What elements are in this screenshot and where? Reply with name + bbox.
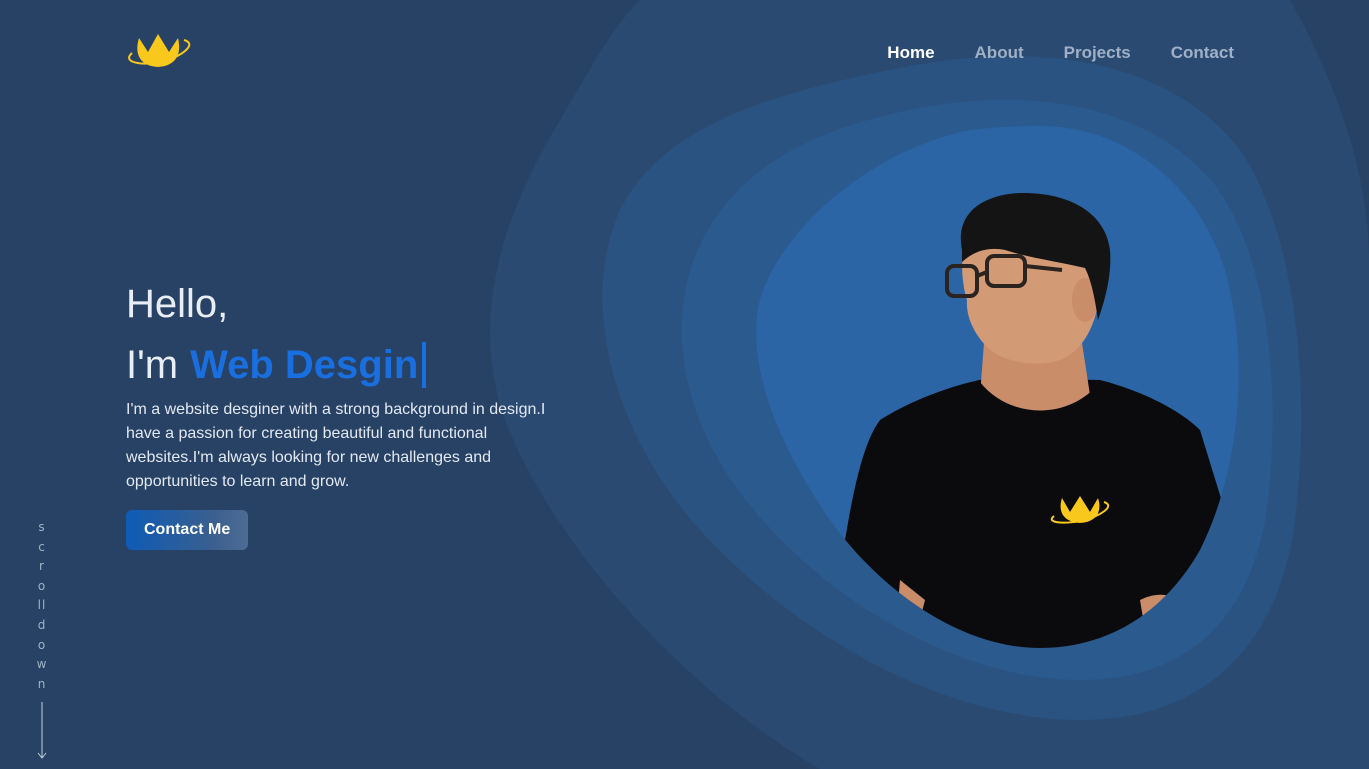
page: Home About Projects Contact Hello, I'm W… [0,0,1369,769]
hero-role-prefix: I'm [126,343,179,387]
main-nav: Home About Projects Contact [887,42,1234,64]
hero-section: Hello, I'm Web Desgin I'm a website desg… [126,282,566,550]
nav-item-projects[interactable]: Projects [1064,42,1131,64]
hero-greeting: Hello, [126,282,229,326]
typing-caret [422,342,427,388]
nav-item-about[interactable]: About [975,42,1024,64]
scroll-indicator[interactable]: scroll down [36,518,48,760]
hero-intro: I'm a website desginer with a strong bac… [126,401,546,490]
hero-role-line: I'm Web Desgin [126,342,566,388]
nav-item-home[interactable]: Home [887,42,934,64]
contact-me-button[interactable]: Contact Me [126,510,249,550]
scroll-label: scroll down [36,520,48,691]
nav-item-contact[interactable]: Contact [1171,42,1234,64]
arrow-down-icon [37,702,47,760]
hero-role: Web Desgin [190,343,419,387]
logo-icon[interactable] [126,30,194,70]
